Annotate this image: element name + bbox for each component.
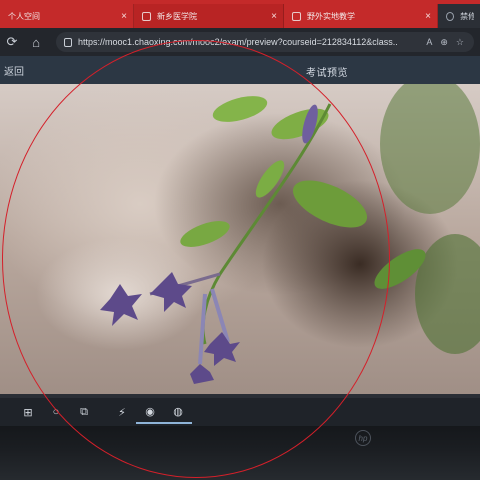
address-bar-actions: A ⊕ ☆ bbox=[426, 37, 474, 48]
lightning-app-icon[interactable]: ⚡ bbox=[108, 400, 136, 424]
lock-icon bbox=[64, 37, 72, 47]
zoom-icon[interactable]: ⊕ bbox=[440, 37, 448, 48]
page-header: 返回 考试预览 bbox=[0, 56, 480, 84]
tab-title: 个人空间 bbox=[8, 11, 40, 21]
page-favicon-icon bbox=[142, 11, 151, 21]
monitor-screen: 个人空间 × 新乡医学院 × 野外实地教学 × 禁修 ⟳ ⌂ https://m… bbox=[0, 0, 480, 405]
home-icon[interactable]: ⌂ bbox=[24, 30, 48, 54]
address-bar[interactable]: https://mooc1.chaoxing.com/mooc2/exam/pr… bbox=[56, 32, 474, 52]
edge-browser-icon[interactable]: ◉ bbox=[136, 400, 164, 424]
tab-personal-space[interactable]: 个人空间 × bbox=[0, 4, 134, 28]
extensions-icon[interactable]: ☆ bbox=[456, 37, 464, 48]
tab-title: 新乡医学院 bbox=[157, 11, 197, 21]
address-url[interactable]: https://mooc1.chaoxing.com/mooc2/exam/pr… bbox=[78, 37, 398, 47]
back-link[interactable]: 返回 bbox=[4, 63, 24, 78]
windows-taskbar: ⊞ ○ ⧉ ⚡ ◉ ◍ bbox=[0, 398, 480, 426]
hp-logo: hp bbox=[355, 430, 371, 446]
page-favicon-icon bbox=[292, 11, 301, 21]
tab-close-icon[interactable]: × bbox=[121, 11, 127, 22]
flower-photo bbox=[100, 84, 480, 384]
tab-title: 禁修 bbox=[460, 11, 474, 21]
search-icon[interactable]: ○ bbox=[42, 400, 70, 424]
tab-close-icon[interactable]: × bbox=[271, 11, 277, 22]
tab-xinxiang-medical[interactable]: 新乡医学院 × bbox=[134, 4, 284, 28]
page-title: 考试预览 bbox=[306, 68, 348, 79]
page-favicon-icon bbox=[446, 11, 455, 21]
taskview-icon[interactable]: ⧉ bbox=[70, 400, 98, 424]
refresh-icon[interactable]: ⟳ bbox=[0, 30, 24, 54]
tab-close-icon[interactable]: × bbox=[425, 11, 431, 22]
tab-title: 野外实地教学 bbox=[307, 11, 355, 21]
tab-field-teaching[interactable]: 野外实地教学 × bbox=[284, 4, 438, 28]
read-aloud-icon[interactable]: A bbox=[426, 37, 432, 48]
windows-start-icon[interactable]: ⊞ bbox=[14, 400, 42, 424]
browser-toolbar: ⟳ ⌂ https://mooc1.chaoxing.com/mooc2/exa… bbox=[0, 28, 480, 56]
browser-app-icon[interactable]: ◍ bbox=[164, 400, 192, 424]
tab-truncated[interactable]: 禁修 bbox=[438, 4, 480, 28]
browser-tab-strip: 个人空间 × 新乡医学院 × 野外实地教学 × 禁修 bbox=[0, 0, 480, 28]
exam-question-image bbox=[0, 84, 480, 394]
